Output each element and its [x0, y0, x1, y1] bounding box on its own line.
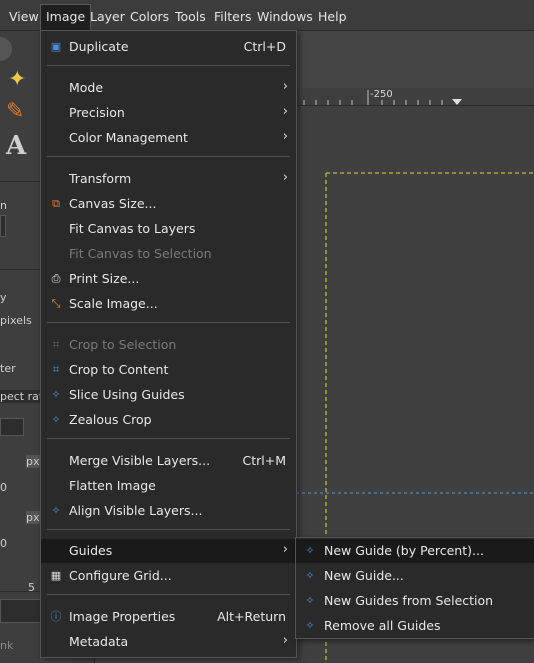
- plugin-icon: ✧: [305, 544, 315, 557]
- menu-windows[interactable]: Windows: [252, 6, 318, 27]
- aspect-ratio-label[interactable]: pect rati: [0, 390, 40, 403]
- menu-view[interactable]: View: [4, 6, 44, 27]
- option-label: y: [0, 291, 7, 304]
- menu-item-merge-visible-layers[interactable]: Merge Visible Layers... Ctrl+M: [41, 449, 296, 473]
- chevron-right-icon: ›: [282, 633, 288, 648]
- menu-help[interactable]: Help: [313, 6, 352, 27]
- option-value: 0: [0, 537, 7, 550]
- menu-colors[interactable]: Colors: [125, 6, 174, 27]
- paintbrush-icon[interactable]: ✎: [6, 99, 24, 124]
- duplicate-icon: ▣: [50, 40, 62, 53]
- plugin-icon: ✧: [51, 413, 61, 426]
- tool-options-toggle[interactable]: [0, 37, 12, 61]
- submenu-item-new-guide-by-percent[interactable]: ✧ New Guide (by Percent)...: [296, 539, 534, 563]
- menu-filters[interactable]: Filters: [209, 6, 256, 27]
- horizontal-ruler: -250: [296, 88, 534, 106]
- menu-item-align-visible-layers[interactable]: ✧ Align Visible Layers...: [41, 499, 296, 523]
- option-field[interactable]: [0, 215, 6, 237]
- chevron-right-icon: ›: [282, 170, 288, 185]
- menu-layer[interactable]: Layer: [85, 6, 130, 27]
- crop-icon: ⌗: [52, 363, 60, 376]
- text-tool-icon[interactable]: A: [6, 131, 26, 161]
- menu-item-canvas-size[interactable]: ⧉ Canvas Size...: [41, 192, 296, 216]
- menu-item-fit-canvas-to-layers[interactable]: Fit Canvas to Layers: [41, 217, 296, 241]
- menubar: View Image Layer Colors Tools Filters Wi…: [0, 0, 534, 31]
- option-label: nk: [0, 639, 14, 652]
- submenu-item-remove-all-guides[interactable]: ✧ Remove all Guides: [296, 614, 534, 638]
- menu-image[interactable]: Image: [40, 4, 92, 30]
- plugin-icon: ✧: [51, 388, 61, 401]
- chevron-right-icon: ›: [282, 104, 288, 119]
- chevron-right-icon: ›: [282, 79, 288, 94]
- chevron-right-icon: ›: [282, 129, 288, 144]
- menu-item-color-management[interactable]: Color Management ›: [41, 126, 296, 150]
- crop-icon: ⌗: [52, 338, 60, 351]
- fuzzy-select-icon[interactable]: ✦: [8, 67, 26, 92]
- menu-item-zealous-crop[interactable]: ✧ Zealous Crop: [41, 408, 296, 432]
- menu-item-precision[interactable]: Precision ›: [41, 101, 296, 125]
- option-label: ter: [0, 362, 16, 375]
- grid-icon: ▦: [50, 569, 62, 582]
- unit-select[interactable]: px: [26, 511, 40, 524]
- toolbox: ✦ ✎ A n y pixels ter pect rati px 0 px 0…: [0, 31, 42, 663]
- plugin-icon: ✧: [305, 594, 315, 607]
- option-label: pixels: [0, 314, 32, 327]
- option-label: n: [0, 199, 7, 212]
- menu-item-scale-image[interactable]: ⤡ Scale Image...: [41, 292, 296, 316]
- submenu-item-new-guides-from-selection[interactable]: ✧ New Guides from Selection: [296, 589, 534, 613]
- menu-item-image-properties[interactable]: ⓘ Image Properties Alt+Return: [41, 605, 296, 629]
- chevron-right-icon: ›: [282, 542, 288, 557]
- option-value: 5: [28, 581, 35, 594]
- menu-item-mode[interactable]: Mode ›: [41, 76, 296, 100]
- info-icon: ⓘ: [50, 610, 62, 623]
- menu-item-transform[interactable]: Transform ›: [41, 167, 296, 191]
- scale-icon: ⤡: [51, 297, 61, 310]
- option-value: 0: [0, 481, 7, 494]
- option-field[interactable]: [0, 599, 42, 623]
- ruler-label: -250: [370, 89, 393, 100]
- unit-select[interactable]: px: [26, 455, 40, 468]
- canvas-size-icon: ⧉: [52, 197, 60, 210]
- menu-item-configure-grid[interactable]: ▦ Configure Grid...: [41, 564, 296, 588]
- plugin-icon: ✧: [51, 504, 61, 517]
- clear-icon[interactable]: [0, 418, 24, 436]
- menu-item-crop-to-selection[interactable]: ⌗ Crop to Selection: [41, 333, 296, 357]
- printer-icon: ⎙: [51, 272, 61, 285]
- menu-item-flatten-image[interactable]: Flatten Image: [41, 474, 296, 498]
- menu-item-metadata[interactable]: Metadata ›: [41, 630, 296, 654]
- menu-item-duplicate[interactable]: ▣ Duplicate Ctrl+D: [41, 35, 296, 59]
- submenu-item-new-guide[interactable]: ✧ New Guide...: [296, 564, 534, 588]
- menu-item-crop-to-content[interactable]: ⌗ Crop to Content: [41, 358, 296, 382]
- menu-item-fit-canvas-to-selection[interactable]: Fit Canvas to Selection: [41, 242, 296, 266]
- menu-item-slice-using-guides[interactable]: ✧ Slice Using Guides: [41, 383, 296, 407]
- image-menu: ▣ Duplicate Ctrl+D Mode › Precision › Co…: [40, 30, 297, 658]
- guides-submenu: ✧ New Guide (by Percent)... ✧ New Guide.…: [295, 537, 534, 639]
- plugin-icon: ✧: [305, 569, 315, 582]
- plugin-icon: ✧: [305, 619, 315, 632]
- menu-tools[interactable]: Tools: [170, 6, 211, 27]
- menu-item-print-size[interactable]: ⎙ Print Size...: [41, 267, 296, 291]
- menu-item-guides[interactable]: Guides ›: [41, 539, 296, 563]
